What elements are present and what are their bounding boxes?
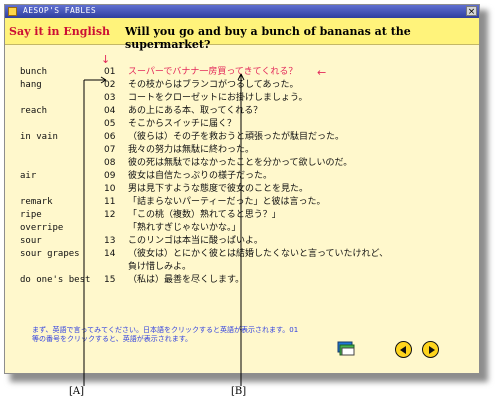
japanese-sentence[interactable]: その枝からはブランコがつるしてあった。 xyxy=(128,79,388,92)
vocab-term xyxy=(20,183,90,196)
number-list: 01 02 03 04 05 06 07 08 09 10 11 12 13 14 15 xyxy=(104,66,124,287)
vocab-term: bunch xyxy=(20,67,48,77)
sentence-number[interactable] xyxy=(104,222,124,235)
application-window: AESOP'S FABLES × Say it in English Will … xyxy=(4,4,480,374)
lesson-header: Say it in English Will you go and buy a … xyxy=(5,18,479,51)
left-arrow-marker-icon: ← xyxy=(317,66,327,79)
vocabulary-list: bunch hang reach in vain air remark ripe overri… xyxy=(20,66,90,287)
sentence-number[interactable]: 08 xyxy=(104,157,124,170)
vocab-term xyxy=(20,144,90,157)
sentence-number[interactable]: 13 xyxy=(104,235,124,248)
vocab-term: in vain xyxy=(20,132,58,142)
sentence-number[interactable]: 01 xyxy=(104,66,124,79)
book-icon[interactable] xyxy=(336,341,356,357)
japanese-sentence[interactable]: 彼女は自信たっぷりの様子だった。 xyxy=(128,170,388,183)
japanese-sentence[interactable]: （彼女は）とにかく彼とは結婚したくないと言っていたけれど、 xyxy=(128,248,388,261)
japanese-sentence[interactable]: 男は見下すような態度で彼女のことを見た。 xyxy=(128,183,388,196)
vocab-term: hang xyxy=(20,80,42,90)
japanese-sentence[interactable]: スーパーでバナナ一房買ってきてくれる？ xyxy=(128,66,388,79)
japanese-sentence[interactable]: 我々の努力は無駄に終わった。 xyxy=(128,144,388,157)
sentence-number[interactable] xyxy=(104,261,124,274)
sentence-number[interactable]: 10 xyxy=(104,183,124,196)
callout-label-a: [A] xyxy=(69,386,85,397)
sentence-number[interactable]: 06 xyxy=(104,131,124,144)
brand-label: Say it in English xyxy=(9,25,111,38)
japanese-sentence[interactable]: （彼らは）その子を救おうと頑張ったが駄目だった。 xyxy=(128,131,388,144)
title-bar: AESOP'S FABLES × xyxy=(5,5,479,18)
vocab-term: air xyxy=(20,171,37,181)
sentence-number[interactable]: 09 xyxy=(104,170,124,183)
sentence-number[interactable]: 14 xyxy=(104,248,124,261)
japanese-sentence[interactable]: 彼の死は無駄ではなかったことを分かって欲しいのだ。 xyxy=(128,157,388,170)
sentence-number[interactable]: 15 xyxy=(104,274,124,287)
vocab-term: sour xyxy=(20,236,42,246)
close-button[interactable]: × xyxy=(466,6,477,17)
japanese-sentence[interactable]: 「熟れすぎじゃないかな。」 xyxy=(128,222,388,235)
window-title: AESOP'S FABLES xyxy=(23,6,97,15)
sentence-number[interactable]: 05 xyxy=(104,118,124,131)
sentence-number[interactable]: 03 xyxy=(104,92,124,105)
vocab-term: sour grapes xyxy=(20,249,80,259)
sentence-number[interactable]: 02 xyxy=(104,79,124,92)
vocab-term: overripe xyxy=(20,223,64,233)
vocab-term: do one's best xyxy=(20,275,91,285)
instructions-text: まず、英語で言ってみてください。日本語をクリックすると英語が表示されます。01等… xyxy=(32,326,299,343)
vocab-term xyxy=(20,261,90,274)
sentence-number[interactable]: 04 xyxy=(104,105,124,118)
japanese-sentence[interactable]: このリンゴは本当に酸っぱいよ。 xyxy=(128,235,388,248)
next-arrow-icon[interactable] xyxy=(422,341,439,358)
app-icon xyxy=(8,7,17,16)
previous-arrow-icon[interactable] xyxy=(395,341,412,358)
vocab-term: reach xyxy=(20,106,48,116)
vocab-term: ripe xyxy=(20,210,42,220)
vocab-term xyxy=(20,118,90,131)
english-question[interactable]: Will you go and buy a bunch of bananas a… xyxy=(125,25,479,51)
japanese-sentence[interactable]: 「詰まらないパーティーだった」と彼は言った。 xyxy=(128,196,388,209)
japanese-sentence[interactable]: （私は）最善を尽くします。 xyxy=(128,274,388,287)
sentence-number[interactable]: 07 xyxy=(104,144,124,157)
japanese-sentence[interactable]: 負け惜しみよ。 xyxy=(128,261,388,274)
vocab-term: remark xyxy=(20,197,53,207)
japanese-sentence[interactable]: コートをクローゼットにお掛けしましょう。 xyxy=(128,92,388,105)
vocab-term xyxy=(20,92,90,105)
callout-label-b: [B] xyxy=(231,386,247,397)
japanese-sentence[interactable]: あの上にある本、取ってくれる？ xyxy=(128,105,388,118)
sentence-number[interactable]: 11 xyxy=(104,196,124,209)
down-arrow-marker-icon: ↓ xyxy=(101,53,111,66)
vocab-term xyxy=(20,157,90,170)
sentence-number[interactable]: 12 xyxy=(104,209,124,222)
japanese-sentence[interactable]: そこからスイッチに届く？ xyxy=(128,118,388,131)
japanese-sentence-list: スーパーでバナナ一房買ってきてくれる？ その枝からはブランコがつるしてあった。 コー… xyxy=(128,66,388,287)
japanese-sentence[interactable]: 「この桃（複数）熟れてると思う？」 xyxy=(128,209,388,222)
